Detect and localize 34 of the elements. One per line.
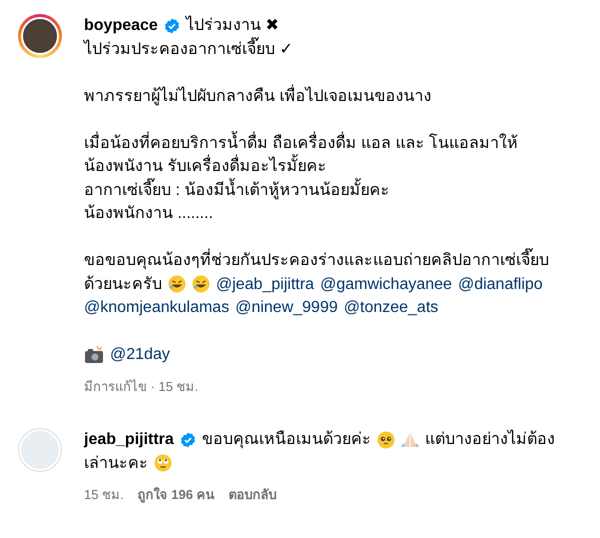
laughing-emoji-icon [192,275,210,294]
likes-count[interactable]: ถูกใจ 196 คน [138,483,215,506]
caption-text: ไปร่วมประคองอากาเซ่เจี๊ยบ ✓ [84,38,292,61]
mention-link[interactable]: @21day [110,343,170,366]
caption-text: น้องพนังาน รับเครื่องดื่มอะไรมั้ยคะ [84,155,326,178]
caption-text: น้องพนักงาน ........ [84,204,214,224]
caption-text: ด้วยนะครับ [84,274,162,294]
mention-link[interactable]: @tonzee_ats [344,296,438,320]
pleading-face-icon [376,430,395,449]
mention-link[interactable]: @ninew_9999 [235,296,338,320]
username[interactable]: jeab_pijittra [84,428,174,452]
caption-text: ไปร่วมงาน ✖ [186,14,278,36]
caption-text: เล่านะคะ [84,454,148,474]
praying-hands-icon [400,430,419,449]
mention-link[interactable]: @jeab_pijittra [216,272,314,296]
caption-text: เมื่อน้องที่คอยบริการน้ำดื่ม ถือเครื่องดื่ม แอล และ โนแอลมาให้ [84,132,518,155]
caption-text: อากาเซ่เจี๊ยบ : น้องมีน้ำเต้าหู้หวานน้อยมั้ยคะ [84,178,390,202]
caption-text: ขอบคุณเหนือเมนด้วยค่ะ [202,429,371,450]
caption-text: แต่บางอย่างไม่ต้อง [424,428,555,450]
avatar [19,429,61,471]
comment-time: 15 ชม. [84,486,124,504]
caption-text: ขอขอบคุณน้องๆที่ช่วยกันประคองร่างและแอบถ่ายคลิปอากาเซ่เจี๊ยบ [84,249,549,272]
username[interactable]: boypeace [84,14,158,38]
avatar-ring[interactable] [18,14,62,58]
reply-button[interactable]: ตอบกลับ [228,483,277,506]
post-meta: มีการแก้ไข · 15 ชม. [84,378,198,396]
mention-link[interactable]: @dianaflipo [458,272,543,296]
avatar [21,17,59,55]
eye-roll-emoji-icon [154,454,172,472]
caption-text: พาภรรยาผู้ไม่ไปผับกลางคืน เพื่อไปเจอเมนของนาง [84,84,432,108]
camera-icon [84,346,104,364]
mention-link[interactable]: @knomjeankulamas [84,296,230,320]
mention-link[interactable]: @gamwichayanee [320,272,452,296]
laughing-emoji-icon [168,275,186,294]
